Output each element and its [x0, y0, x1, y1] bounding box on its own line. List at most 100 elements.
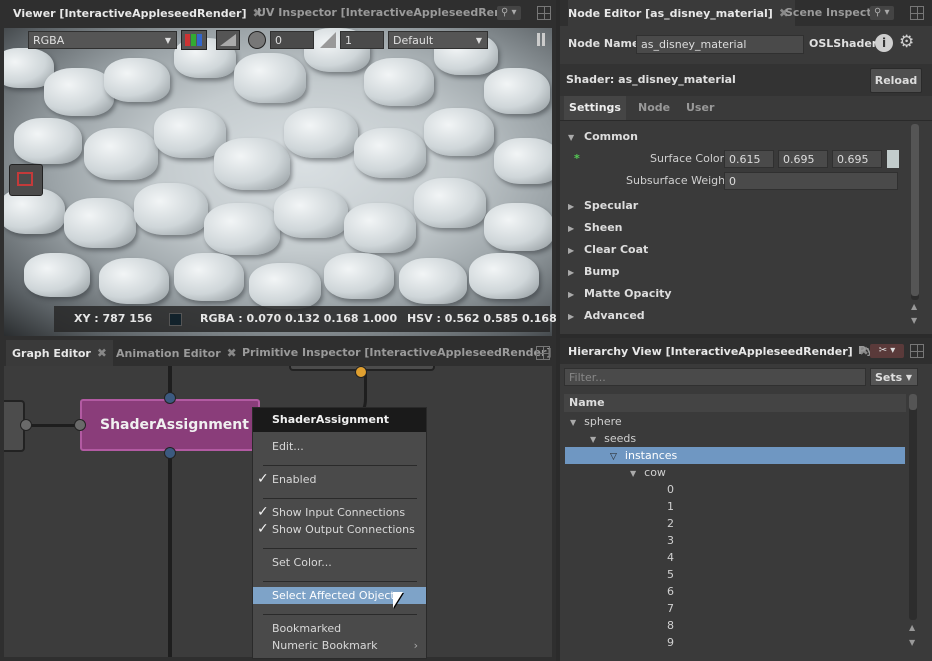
shader-assignment-node[interactable]: ShaderAssignment [80, 399, 260, 451]
expanded-icon: ▼ [568, 133, 575, 142]
pin-menu-icon[interactable]: ⚲ ▾ [870, 6, 894, 20]
pin-menu-icon[interactable]: ⚲ ▾ [497, 6, 521, 20]
gear-icon[interactable]: ⚙ [899, 33, 917, 51]
node-label: ShaderAssignment [100, 417, 249, 433]
menu-item-edit[interactable]: Edit... [253, 438, 426, 455]
tab-node-editor[interactable]: Node Editor [as_disney_material] ✖ [568, 0, 795, 26]
bottom-wire [168, 451, 172, 657]
tree-item-label: seeds [604, 432, 637, 445]
surface-color-label: Surface Color [650, 152, 725, 165]
tree-item-5[interactable]: 5 [565, 566, 905, 583]
section-common[interactable]: ▼ Common [568, 130, 638, 143]
clipping-icon[interactable] [216, 30, 240, 50]
tree-item-1[interactable]: 1 [565, 498, 905, 515]
collapsed-icon: ▶ [568, 312, 575, 321]
tree-item-label: 8 [667, 619, 674, 632]
tree-item-2[interactable]: 2 [565, 515, 905, 532]
exposure-field[interactable]: 0 [270, 31, 314, 49]
gamma-field[interactable]: 1 [340, 31, 384, 49]
node-name-field[interactable]: as_disney_material [636, 35, 804, 54]
tree-item-label: sphere [584, 415, 622, 428]
menu-item-show-output-connections[interactable]: ✓ Show Output Connections [253, 521, 426, 538]
section-specular[interactable]: ▶ Specular [568, 199, 638, 212]
tree-item-7[interactable]: 7 [565, 600, 905, 617]
info-icon[interactable]: i [875, 34, 893, 52]
tree-item-3[interactable]: 3 [565, 532, 905, 549]
menu-item-bookmarked[interactable]: Bookmarked [253, 620, 426, 637]
scroll-down-icon[interactable]: ▼ [911, 316, 917, 325]
tab-settings[interactable]: Settings [564, 96, 626, 120]
crop-tool-icon[interactable] [9, 164, 43, 196]
tree-item-sphere[interactable]: ▼ sphere [565, 413, 905, 430]
checkmark-icon: ✓ [257, 471, 269, 487]
tab-node[interactable]: Node [638, 96, 670, 120]
tree-item-4[interactable]: 4 [565, 549, 905, 566]
scroll-up-icon[interactable]: ▲ [909, 623, 915, 632]
surface-color-swatch[interactable] [887, 150, 899, 168]
tab-scene-inspector[interactable]: Scene Inspecto [785, 0, 879, 26]
tree-item-6[interactable]: 6 [565, 583, 905, 600]
tab-viewer[interactable]: Viewer [InteractiveAppleseedRender] ✖ [13, 0, 263, 26]
section-advanced[interactable]: ▶ Advanced [568, 309, 645, 322]
pause-icon[interactable] [536, 33, 546, 47]
color-swatch [169, 313, 182, 326]
menu-item-enabled[interactable]: ✓ Enabled [253, 471, 426, 488]
tree-item-0[interactable]: 0 [565, 481, 905, 498]
tree-item-8[interactable]: 8 [565, 617, 905, 634]
close-icon[interactable]: ✖ [227, 346, 237, 360]
filter-input[interactable]: Filter... [564, 368, 866, 386]
sets-dropdown[interactable]: Sets [870, 368, 918, 386]
rgb-channels-icon[interactable] [181, 30, 207, 50]
node-top-plug[interactable] [164, 392, 176, 404]
tree-item-9[interactable]: 9 [565, 634, 905, 651]
tab-hierarchy-view[interactable]: Hierarchy View [InteractiveAppleseedRend… [568, 338, 869, 364]
surface-color-r[interactable]: 0.615 [724, 150, 774, 168]
hierarchy-tabbar: Hierarchy View [InteractiveAppleseedRend… [560, 338, 932, 364]
tree-item-cow[interactable]: ▼ cow [565, 464, 905, 481]
scrollbar-thumb[interactable] [911, 124, 919, 296]
gamma-icon[interactable] [318, 31, 338, 49]
scroll-down-icon[interactable]: ▼ [909, 638, 915, 647]
tab-uv-inspector[interactable]: UV Inspector [InteractiveAppleseedRende [257, 0, 517, 26]
menu-separator [263, 465, 417, 466]
menu-item-show-input-connections[interactable]: ✓ Show Input Connections [253, 504, 426, 521]
column-header-name[interactable]: Name [564, 394, 906, 412]
section-matte-opacity-label: Matte Opacity [584, 287, 672, 300]
node-bottom-plug[interactable] [164, 447, 176, 459]
hierarchy-scrollbar[interactable] [909, 394, 917, 620]
tab-animation-editor[interactable]: Animation Editor ✖ [116, 340, 237, 366]
node-input-plug[interactable] [74, 419, 86, 431]
scroll-up-icon[interactable]: ▲ [911, 302, 917, 311]
tree-item-seeds[interactable]: ▼ seeds [565, 430, 905, 447]
display-select[interactable]: Default [388, 31, 488, 49]
layout-icon[interactable] [537, 6, 551, 20]
render-view[interactable] [4, 28, 552, 336]
expanded-icon: ▽ [610, 452, 617, 462]
section-clear-coat[interactable]: ▶ Clear Coat [568, 243, 648, 256]
tab-user[interactable]: User [686, 96, 714, 120]
section-bump[interactable]: ▶ Bump [568, 265, 620, 278]
scrollbar-thumb[interactable] [909, 394, 917, 410]
upstream-node-plug[interactable] [355, 366, 367, 378]
section-sheen[interactable]: ▶ Sheen [568, 221, 623, 234]
exposure-icon[interactable] [248, 31, 266, 49]
xy-readout: XY : 787 156 [74, 312, 153, 325]
subsurface-weight-field[interactable]: 0 [724, 172, 898, 190]
surface-color-g[interactable]: 0.695 [778, 150, 828, 168]
tab-primitive-inspector[interactable]: Primitive Inspector [InteractiveApplesee… [242, 340, 551, 366]
channel-select[interactable]: RGBA [28, 31, 177, 49]
reload-button[interactable]: Reload [870, 68, 922, 93]
tab-graph-editor[interactable]: Graph Editor ✖ [6, 340, 113, 366]
layout-icon[interactable] [910, 6, 924, 20]
tab-menu-icon[interactable]: ✂ ▾ [870, 344, 904, 358]
tree-item-instances[interactable]: ▽ instances [565, 447, 905, 464]
menu-item-numeric-bookmark[interactable]: Numeric Bookmark › [253, 637, 426, 654]
left-node-output-plug[interactable] [20, 419, 32, 431]
close-icon[interactable]: ✖ [97, 346, 107, 360]
settings-scrollbar[interactable] [911, 124, 919, 300]
menu-item-set-color[interactable]: Set Color... [253, 554, 426, 571]
surface-color-b[interactable]: 0.695 [832, 150, 882, 168]
layout-icon[interactable] [536, 346, 550, 360]
layout-icon[interactable] [910, 344, 924, 358]
section-matte-opacity[interactable]: ▶ Matte Opacity [568, 287, 672, 300]
